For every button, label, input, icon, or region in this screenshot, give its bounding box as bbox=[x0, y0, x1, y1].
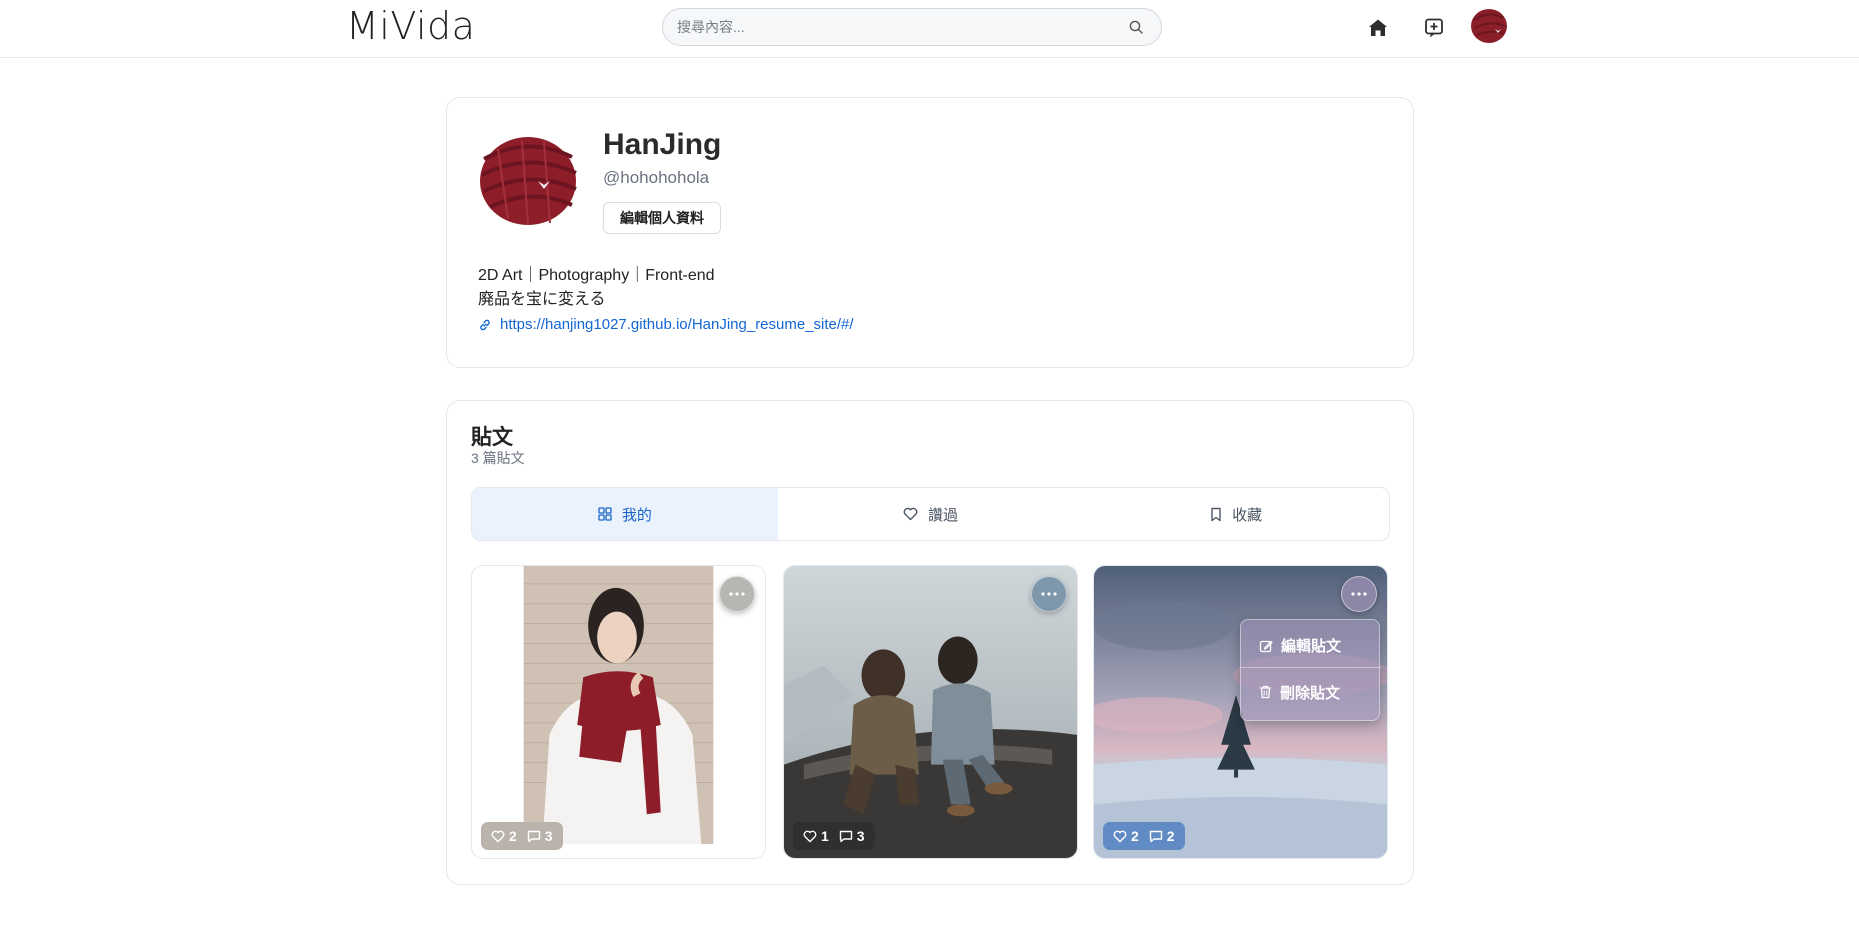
app-logo[interactable]: MiVida bbox=[346, 4, 475, 48]
like-count: 1 bbox=[803, 828, 829, 844]
top-nav: MiVida bbox=[0, 0, 1859, 58]
post-card[interactable]: 編輯貼文 刪除貼文 2 2 bbox=[1093, 565, 1388, 859]
tab-label: 我的 bbox=[621, 506, 652, 524]
edit-icon bbox=[1259, 640, 1273, 652]
like-count: 2 bbox=[491, 828, 517, 844]
profile-name: HanJing bbox=[603, 128, 722, 161]
post-more-button[interactable] bbox=[1031, 576, 1067, 612]
bookmark-icon bbox=[1211, 507, 1221, 521]
new-post-icon[interactable] bbox=[1422, 16, 1446, 40]
delete-post-menu-item[interactable]: 刪除貼文 bbox=[1241, 670, 1381, 714]
profile-avatar bbox=[478, 129, 580, 231]
comment-icon bbox=[527, 830, 540, 842]
link-icon bbox=[480, 319, 490, 330]
post-card[interactable]: 1 3 bbox=[783, 565, 1078, 859]
posts-title: 貼文 bbox=[471, 426, 513, 449]
profile-handle: @hohohohola bbox=[603, 168, 710, 187]
comment-count: 3 bbox=[839, 828, 865, 844]
tab-liked[interactable]: 讚過 bbox=[778, 488, 1084, 540]
profile-bio-line: 2D Art｜Photography｜Front-end bbox=[478, 267, 715, 284]
edit-post-menu-item[interactable]: 編輯貼文 bbox=[1241, 624, 1381, 668]
home-icon[interactable] bbox=[1366, 16, 1390, 40]
tab-label: 讚過 bbox=[928, 506, 959, 524]
search-icon[interactable] bbox=[1129, 20, 1143, 34]
heart-icon bbox=[803, 830, 817, 842]
more-icon bbox=[729, 592, 745, 596]
profile-link-text[interactable]: https://hanjing1027.github.io/HanJing_re… bbox=[500, 316, 854, 333]
post-more-button[interactable] bbox=[1341, 576, 1377, 612]
post-stats: 1 3 bbox=[793, 822, 875, 850]
posts-card: 貼文 3 篇貼文 我的 讚過 收藏 2 3 1 3 編輯貼文 刪除貼文 2 2 bbox=[446, 400, 1414, 885]
tab-label: 收藏 bbox=[1232, 506, 1263, 524]
posts-tabs: 我的 讚過 收藏 bbox=[471, 487, 1390, 541]
post-stats: 2 3 bbox=[481, 822, 563, 850]
post-image bbox=[784, 566, 1077, 858]
comment-icon bbox=[839, 830, 852, 842]
profile-bio-line: 廃品を宝に変える bbox=[478, 291, 606, 308]
search-bar[interactable] bbox=[662, 8, 1162, 46]
post-more-button[interactable] bbox=[719, 576, 755, 612]
search-input[interactable] bbox=[677, 9, 1117, 45]
post-card[interactable]: 2 3 bbox=[471, 565, 766, 859]
more-icon bbox=[1041, 592, 1057, 596]
like-count: 2 bbox=[1113, 828, 1139, 844]
post-stats: 2 2 bbox=[1103, 822, 1185, 850]
post-menu: 編輯貼文 刪除貼文 bbox=[1240, 619, 1381, 721]
tab-saved[interactable]: 收藏 bbox=[1083, 488, 1389, 540]
comment-count: 3 bbox=[527, 828, 553, 844]
tab-mine[interactable]: 我的 bbox=[472, 488, 778, 540]
profile-card: HanJing @hohohohola 編輯個人資料 2D Art｜Photog… bbox=[446, 97, 1414, 368]
heart-icon bbox=[1113, 830, 1127, 842]
post-image bbox=[472, 566, 765, 858]
posts-count: 3 篇貼文 bbox=[471, 450, 525, 466]
heart-icon bbox=[903, 507, 918, 521]
profile-website-link[interactable]: https://hanjing1027.github.io/HanJing_re… bbox=[478, 316, 854, 333]
heart-icon bbox=[491, 830, 505, 842]
comment-count: 2 bbox=[1149, 828, 1175, 844]
grid-icon bbox=[598, 507, 612, 521]
posts-grid: 2 3 1 3 編輯貼文 刪除貼文 2 2 bbox=[471, 565, 1391, 861]
more-icon bbox=[1351, 592, 1367, 596]
edit-profile-button[interactable]: 編輯個人資料 bbox=[603, 202, 721, 234]
avatar[interactable] bbox=[1469, 6, 1509, 46]
trash-icon bbox=[1260, 685, 1271, 699]
comment-icon bbox=[1149, 830, 1162, 842]
